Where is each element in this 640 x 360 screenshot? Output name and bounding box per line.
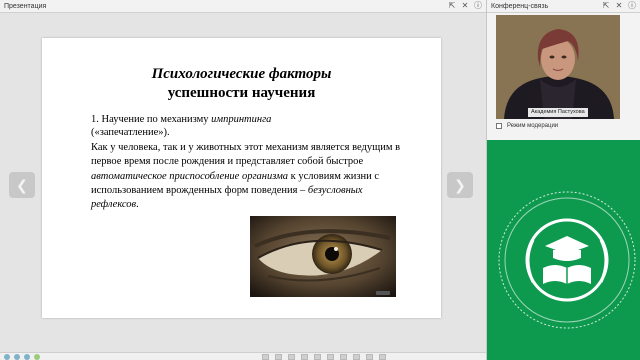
p1-italic: импринтинга	[211, 114, 272, 125]
moderation-checkbox[interactable]	[496, 123, 502, 129]
presentation-title: Презентация	[4, 2, 47, 10]
participant-name: Академия Пастухова	[528, 108, 588, 117]
conference-header: Конференц-связь ⇱ ✕ ⓘ	[487, 0, 640, 13]
toolbar-button-6[interactable]	[327, 354, 334, 360]
presentation-header: Презентация ⇱ ✕ ⓘ	[0, 0, 486, 13]
popout-icon[interactable]: ⇱	[602, 1, 610, 11]
close-icon[interactable]: ✕	[461, 1, 469, 11]
slide: Психологические факторы успешности науче…	[42, 38, 441, 318]
webcam-video[interactable]: Академия Пастухова	[496, 15, 620, 119]
toolbar-button-1[interactable]	[262, 354, 269, 360]
toolbar-icon-3[interactable]	[24, 354, 30, 360]
chevron-right-icon: ❯	[454, 176, 466, 193]
moderation-label: Режим модерации	[507, 123, 559, 129]
academy-seal-logo	[487, 140, 640, 360]
prev-slide-button[interactable]: ❮	[9, 172, 35, 198]
info-icon[interactable]: ⓘ	[628, 1, 636, 11]
toolbar-button-2[interactable]	[275, 354, 282, 360]
p1-text: 1. Научение по механизму	[91, 114, 212, 125]
toolbar-button-8[interactable]	[353, 354, 360, 360]
toolbar-button-9[interactable]	[366, 354, 373, 360]
toolbar-button-5[interactable]	[314, 354, 321, 360]
eye-image	[250, 216, 396, 297]
video-controls[interactable]	[376, 291, 390, 295]
slide-title-line2: успешности научения	[167, 85, 316, 101]
slide-paragraph-1: 1. Научение по механизму импринтинга («з…	[91, 113, 391, 139]
toolbar-button-10[interactable]	[379, 354, 386, 360]
p1-suffix: («запечатление»).	[91, 127, 170, 138]
p2-end: .	[136, 199, 139, 211]
close-icon[interactable]: ✕	[615, 1, 623, 11]
next-slide-button[interactable]: ❯	[447, 172, 473, 198]
slide-title-line1: Психологические факторы	[151, 66, 332, 82]
chevron-left-icon: ❮	[16, 176, 28, 193]
slide-title: Психологические факторы успешности науче…	[42, 65, 441, 103]
toolbar-icon-4[interactable]	[34, 354, 40, 360]
moderation-toggle[interactable]: Режим модерации	[496, 123, 558, 129]
app-window: Презентация ⇱ ✕ ⓘ ❮ Психологические факт…	[0, 0, 640, 360]
conference-title: Конференц-связь	[491, 2, 549, 10]
conference-panel: Конференц-связь ⇱ ✕ ⓘ Академия Пастухова	[486, 0, 640, 360]
p2-text-a: Как у человека, так и у животных этот ме…	[91, 142, 401, 168]
presentation-toolbar	[0, 352, 486, 360]
toolbar-button-3[interactable]	[288, 354, 295, 360]
toolbar-button-4[interactable]	[301, 354, 308, 360]
info-icon[interactable]: ⓘ	[474, 1, 482, 11]
toolbar-icon-2[interactable]	[14, 354, 20, 360]
popout-icon[interactable]: ⇱	[448, 1, 456, 11]
presentation-panel: Презентация ⇱ ✕ ⓘ ❮ Психологические факт…	[0, 0, 486, 360]
slide-paragraph-2: Как у человека, так и у животных этот ме…	[91, 141, 411, 212]
toolbar-icon-1[interactable]	[4, 354, 10, 360]
toolbar-button-7[interactable]	[340, 354, 347, 360]
academy-logo-area	[487, 140, 640, 360]
p2-italic-1: автоматическое приспособление организма	[91, 170, 289, 182]
